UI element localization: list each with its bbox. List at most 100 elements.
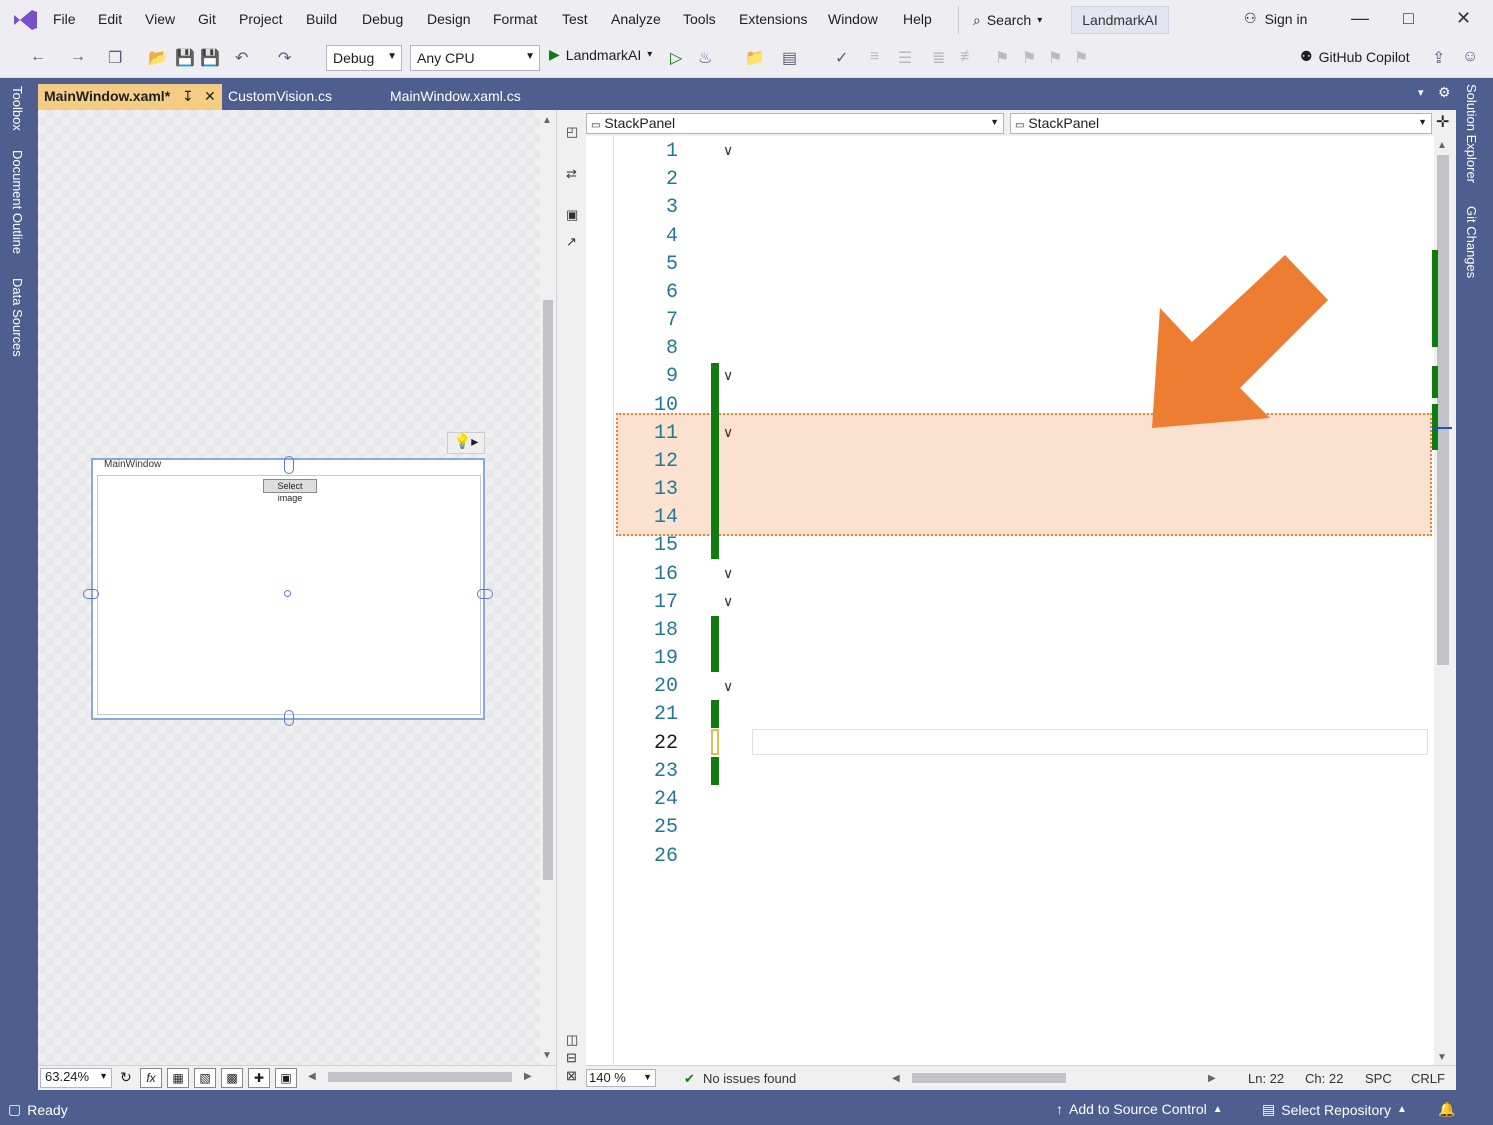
editor-zoom-select[interactable]: 140 % ▼ [586,1069,656,1087]
horizontal-split-icon[interactable]: ◫ [566,1032,578,1048]
spell-check-icon[interactable]: ✓ [835,48,848,68]
scroll-left-icon[interactable]: ◀ [892,1073,900,1084]
menu-file[interactable]: File [53,11,76,27]
github-copilot-button[interactable]: ⚉ GitHub Copilot [1300,48,1410,65]
comment-icon[interactable]: ≣ [932,48,945,68]
select-repository-button[interactable]: ▤ Select Repository ▲ [1262,1101,1407,1118]
scroll-down-icon[interactable]: ▼ [542,1050,552,1061]
menu-test[interactable]: Test [562,11,588,27]
back-icon[interactable]: ← [30,48,46,66]
menu-help[interactable]: Help [903,11,932,27]
menu-tools[interactable]: Tools [683,11,716,27]
swap-panes-icon[interactable]: ⇄ [566,166,577,182]
fold-chevron-icon[interactable]: ∨ [723,142,733,159]
git-changes-tab[interactable]: Git Changes [1464,206,1479,278]
sign-in-button[interactable]: ⚇ Sign in [1244,10,1307,27]
tab-list-dropdown-icon[interactable]: ▾ [1418,86,1424,99]
menu-window[interactable]: Window [828,11,878,27]
scroll-right-icon[interactable]: ▶ [524,1071,532,1082]
resize-handle-bottom[interactable] [284,710,294,726]
no-issues-label[interactable]: No issues found [703,1071,796,1086]
quick-actions-lightbulb-icon[interactable]: 💡▸ [447,432,485,454]
menu-project[interactable]: Project [239,11,283,27]
expand-pane-icon[interactable]: ◰ [566,124,578,140]
data-sources-tab[interactable]: Data Sources [10,278,25,357]
close-button[interactable]: ✕ [1456,8,1471,29]
whitespace-indicator[interactable]: SPC [1365,1071,1392,1086]
fold-chevron-icon[interactable]: ∨ [723,678,733,695]
column-indicator[interactable]: Ch: 22 [1305,1071,1343,1086]
resize-handle-left[interactable] [83,589,99,599]
scroll-down-icon[interactable]: ▼ [1437,1052,1447,1063]
menu-view[interactable]: View [145,11,175,27]
designer-scroll-thumb[interactable] [543,300,553,880]
platform-select[interactable]: Any CPU ▼ [410,45,540,71]
vertical-split-icon[interactable]: ⊟ [566,1050,577,1066]
open-folder-icon[interactable]: 📂 [148,48,168,68]
line-ending-indicator[interactable]: CRLF [1411,1071,1445,1086]
hot-reload-icon[interactable]: ♨ [698,48,712,68]
scroll-right-icon[interactable]: ▶ [1208,1073,1216,1084]
menu-format[interactable]: Format [493,11,537,27]
menu-analyze[interactable]: Analyze [611,11,661,27]
undo-icon[interactable]: ↶ [235,48,248,68]
menu-design[interactable]: Design [427,11,471,27]
settings-gear-icon[interactable]: ⚙ [1438,84,1451,101]
tab-mainwindow-xaml-cs[interactable]: MainWindow.xaml.cs [384,84,574,110]
menu-build[interactable]: Build [306,11,337,27]
resize-handle-top[interactable] [284,456,294,474]
collapse-pane-icon[interactable]: ▣ [566,207,578,223]
editor-scroll-thumb[interactable] [1437,155,1449,665]
line-indicator[interactable]: Ln: 22 [1248,1071,1284,1086]
clear-bookmarks-icon[interactable]: ⚑ [1074,48,1088,68]
search-box[interactable]: ⌕ Search ▾ [958,6,1062,34]
fold-chevron-icon[interactable]: ∨ [723,565,733,582]
save-all-icon[interactable]: 💾 [200,48,220,68]
editor-horizontal-scroll-thumb[interactable] [912,1073,1066,1083]
configuration-select[interactable]: Debug ▼ [326,45,402,71]
visual-studio-logo-icon[interactable] [10,6,40,34]
designer-select-image-button[interactable]: Select image [263,479,317,503]
designer-editor-splitter[interactable] [556,110,586,1090]
split-editor-icon[interactable]: ✛ [1436,112,1449,132]
bookmark-icon[interactable]: ⚑ [995,48,1009,68]
format-icon[interactable]: ≡ [870,48,879,66]
designer-zoom-select[interactable]: 63.24% ▼ [40,1068,112,1088]
effects-fx-icon[interactable]: fx [140,1068,162,1088]
fold-chevron-icon[interactable]: ∨ [723,367,733,384]
solution-explorer-icon[interactable]: 📁 [745,48,765,68]
forward-icon[interactable]: → [70,48,86,66]
toolbox-tab[interactable]: Toolbox [10,86,25,131]
scroll-up-icon[interactable]: ▲ [542,115,552,126]
device-preview-icon[interactable]: ▣ [275,1068,297,1088]
uncomment-icon[interactable]: ≢ [960,48,976,66]
grid-icon[interactable]: ▦ [167,1068,189,1088]
start-without-debugging-icon[interactable]: ▷ [670,48,682,68]
solution-explorer-tab[interactable]: Solution Explorer [1464,84,1479,183]
resize-handle-right[interactable] [477,589,493,599]
close-icon[interactable]: ✕ [204,88,216,105]
maximize-button[interactable]: □ [1403,8,1414,29]
navigation-member-select[interactable]: ▭ StackPanel ▼ [1010,113,1432,134]
menu-edit[interactable]: Edit [98,11,122,27]
minimize-button[interactable]: — [1351,8,1369,29]
fold-chevron-icon[interactable]: ∨ [723,424,733,441]
start-debugging-button[interactable]: ▶ LandmarkAI ▾ [549,46,652,63]
notifications-bell-icon[interactable]: 🔔 [1438,1101,1455,1118]
snap-lines-icon[interactable]: ✚ [248,1068,270,1088]
document-outline-tab[interactable]: Document Outline [10,150,25,254]
align-icon[interactable]: ☰ [898,48,912,68]
solution-name-badge[interactable]: LandmarkAI [1071,6,1169,34]
pin-icon[interactable]: ↧ [182,88,194,105]
layout-icon[interactable]: ▤ [782,48,797,68]
save-icon[interactable]: 💾 [175,48,195,68]
collapse-pane-bottom-icon[interactable]: ⊠ [566,1068,577,1084]
add-to-source-control-button[interactable]: ↑ Add to Source Control ▲ [1056,1101,1223,1117]
menu-git[interactable]: Git [198,11,216,27]
share-icon[interactable]: ⇪ [1432,48,1445,68]
designer-horizontal-scroll-thumb[interactable] [328,1072,512,1082]
scroll-up-icon[interactable]: ▲ [1437,140,1447,151]
popout-icon[interactable]: ↗ [566,234,577,250]
navigation-type-select[interactable]: ▭ StackPanel ▼ [586,113,1004,134]
redo-icon[interactable]: ↷ [278,48,291,68]
